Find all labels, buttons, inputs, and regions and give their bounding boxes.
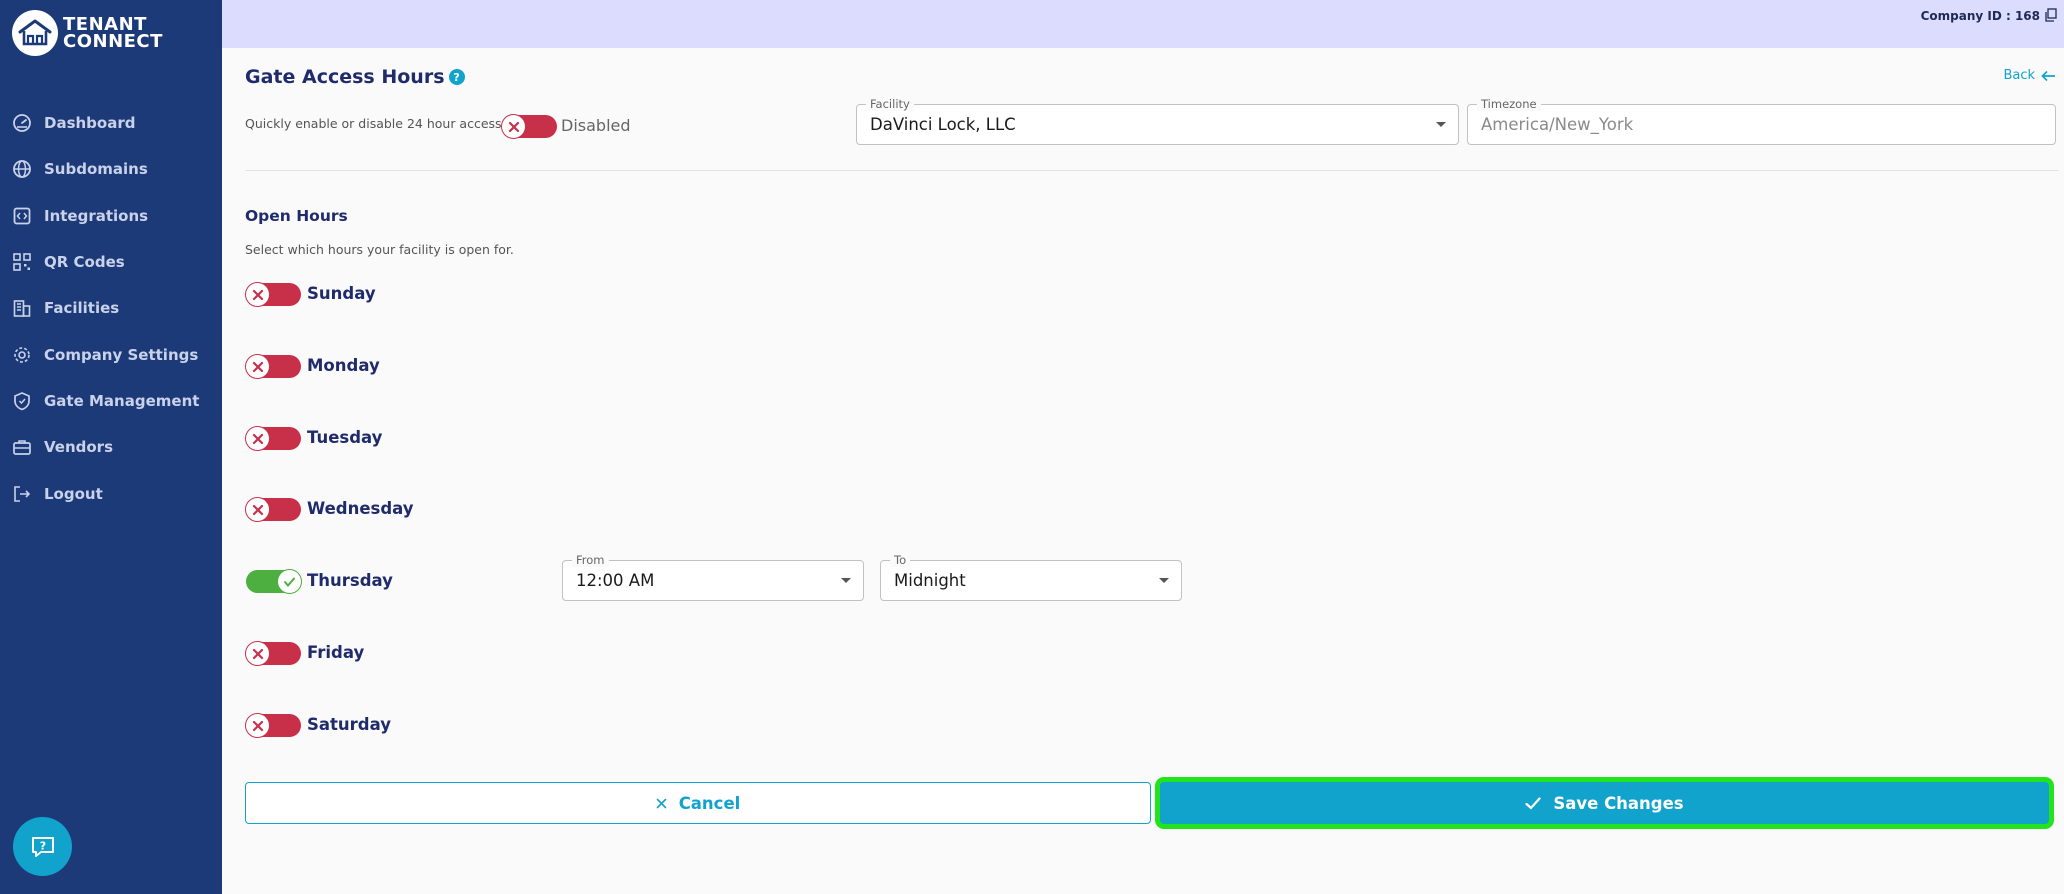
page-title: Gate Access Hours ? <box>245 66 465 88</box>
sidebar-item-facilities[interactable]: Facilities <box>0 285 222 331</box>
chat-question-icon: ? <box>31 836 54 857</box>
x-icon <box>245 713 270 738</box>
24-hour-access-toggle[interactable] <box>501 114 557 139</box>
sidebar-item-qr-codes[interactable]: QR Codes <box>0 239 222 285</box>
house-logo-icon <box>12 10 58 56</box>
sidebar-item-label: Gate Management <box>44 391 200 410</box>
sidebar-item-gate-management[interactable]: Gate Management <box>0 378 222 424</box>
from-label: From <box>572 553 609 567</box>
code-icon <box>13 207 31 225</box>
shield-icon <box>14 391 30 411</box>
sidebar-item-label: Company Settings <box>44 345 199 364</box>
saturday-toggle[interactable] <box>245 713 301 738</box>
sunday-toggle[interactable] <box>245 282 301 307</box>
close-icon <box>656 798 666 808</box>
divider <box>245 170 2059 171</box>
qr-icon <box>13 253 31 271</box>
briefcase-icon <box>13 440 31 456</box>
day-label-wednesday: Wednesday <box>307 499 414 518</box>
page-title-text: Gate Access Hours <box>245 66 445 88</box>
cancel-button[interactable]: Cancel <box>245 782 1151 824</box>
caret-down-icon <box>841 578 851 583</box>
wednesday-toggle[interactable] <box>245 497 301 522</box>
x-icon <box>245 426 270 451</box>
timezone-value: America/New_York <box>1481 115 1634 134</box>
day-label-monday: Monday <box>307 356 380 375</box>
help-chat-button[interactable]: ? <box>13 817 72 876</box>
open-hours-subtitle: Select which hours your facility is open… <box>245 242 514 257</box>
thursday-toggle[interactable] <box>246 569 302 594</box>
check-icon <box>277 569 302 594</box>
company-id: Company ID : 168 <box>1920 9 2040 23</box>
day-label-tuesday: Tuesday <box>307 428 383 447</box>
24-hour-access-status: Disabled <box>561 116 631 135</box>
quick-access-description: Quickly enable or disable 24 hour access… <box>245 116 506 131</box>
x-icon <box>245 497 270 522</box>
sidebar-item-label: Vendors <box>44 438 114 457</box>
x-icon <box>245 641 270 666</box>
facility-value: DaVinci Lock, LLC <box>870 115 1016 134</box>
back-label: Back <box>2003 68 2035 83</box>
sidebar-item-logout[interactable]: Logout <box>0 470 222 516</box>
timezone-label: Timezone <box>1477 97 1541 111</box>
sidebar-item-label: Dashboard <box>44 114 136 133</box>
tuesday-toggle[interactable] <box>245 426 301 451</box>
caret-down-icon <box>1159 578 1169 583</box>
arrow-left-icon <box>2041 70 2055 81</box>
help-question-icon[interactable]: ? <box>448 69 465 85</box>
sidebar-item-subdomains[interactable]: Subdomains <box>0 146 222 192</box>
gear-icon <box>14 346 30 363</box>
facility-label: Facility <box>866 97 914 111</box>
day-label-friday: Friday <box>307 643 365 662</box>
caret-down-icon <box>1436 122 1446 127</box>
x-icon <box>245 354 270 379</box>
brand-name: TENANT CONNECT <box>63 16 163 52</box>
sidebar: TENANT CONNECT Dashboard Subdomains Inte… <box>0 0 222 894</box>
open-hours-title: Open Hours <box>245 207 348 225</box>
globe-icon <box>13 160 31 179</box>
sidebar-item-label: Subdomains <box>44 160 148 179</box>
building-icon <box>13 300 31 318</box>
save-changes-button[interactable]: Save Changes <box>1160 782 2049 824</box>
save-label: Save Changes <box>1553 793 1684 813</box>
topbar: Company ID : 168 <box>222 0 2064 48</box>
x-icon <box>501 114 526 139</box>
sidebar-item-label: Integrations <box>44 206 149 225</box>
brand-logo[interactable]: TENANT CONNECT <box>12 10 163 56</box>
svg-text:?: ? <box>39 839 45 852</box>
sidebar-item-label: Facilities <box>44 299 120 318</box>
brand-line-2: CONNECT <box>63 31 163 52</box>
facility-select[interactable]: Facility DaVinci Lock, LLC <box>856 97 1459 145</box>
day-label-thursday: Thursday <box>307 571 393 590</box>
friday-toggle[interactable] <box>245 641 301 666</box>
from-value: 12:00 AM <box>576 571 655 590</box>
x-icon <box>245 282 270 307</box>
sidebar-item-label: QR Codes <box>44 253 125 272</box>
sidebar-item-company-settings[interactable]: Company Settings <box>0 331 222 377</box>
check-icon <box>1525 796 1541 810</box>
back-link[interactable]: Back <box>2003 68 2056 83</box>
logout-icon <box>14 485 31 502</box>
to-value: Midnight <box>894 571 966 590</box>
cancel-label: Cancel <box>678 793 741 813</box>
sidebar-item-integrations[interactable]: Integrations <box>0 193 222 239</box>
sidebar-item-label: Logout <box>44 484 103 503</box>
thursday-from-select[interactable]: From 12:00 AM <box>562 553 864 601</box>
main-content: Gate Access Hours ? Back Quickly enable … <box>222 48 2064 894</box>
timezone-field: Timezone America/New_York <box>1467 97 2056 145</box>
copy-icon[interactable] <box>2044 8 2058 22</box>
monday-toggle[interactable] <box>245 354 301 379</box>
to-label: To <box>890 553 911 567</box>
gauge-icon <box>13 114 31 133</box>
day-label-sunday: Sunday <box>307 284 376 303</box>
day-label-saturday: Saturday <box>307 715 391 734</box>
sidebar-item-vendors[interactable]: Vendors <box>0 424 222 470</box>
thursday-to-select[interactable]: To Midnight <box>880 553 1182 601</box>
sidebar-nav: Dashboard Subdomains Integrations QR Cod… <box>0 100 222 517</box>
sidebar-item-dashboard[interactable]: Dashboard <box>0 100 222 146</box>
